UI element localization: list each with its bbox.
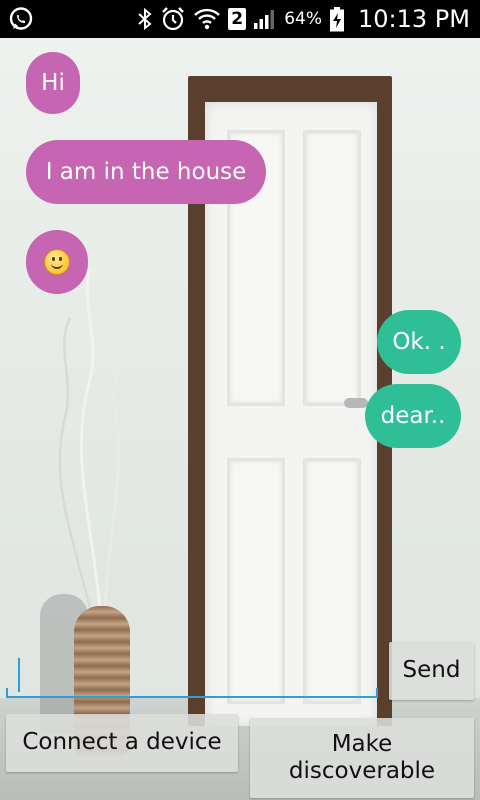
- input-underline: [6, 696, 378, 698]
- received-message-bubble: Hi: [26, 52, 80, 114]
- clock: 10:13 PM: [358, 5, 470, 33]
- make-discoverable-button[interactable]: Make discoverable: [250, 718, 474, 798]
- sim-badge: 2: [228, 8, 247, 30]
- make-discoverable-label: Make discoverable: [288, 730, 436, 784]
- message-text: dear..: [380, 402, 446, 429]
- sent-message-bubble: dear..: [365, 384, 461, 448]
- input-underline-left-tick: [6, 688, 8, 698]
- message-text: Hi: [41, 69, 65, 96]
- connect-device-label: Connect a device: [22, 729, 222, 756]
- door-panel: [303, 130, 361, 406]
- signal-icon: [253, 8, 277, 30]
- battery-percent: 64%: [284, 9, 323, 29]
- message-text: I am in the house: [45, 158, 247, 185]
- send-button-label: Send: [402, 657, 461, 684]
- received-message-bubble: [26, 230, 88, 294]
- whatsapp-icon: [8, 6, 34, 32]
- decorative-branches: [58, 267, 134, 609]
- message-text: Ok. .: [392, 328, 446, 355]
- sent-message-bubble: Ok. .: [377, 310, 461, 374]
- input-underline-right-tick: [376, 688, 378, 698]
- battery-charging-icon: [329, 6, 345, 32]
- text-cursor: [18, 658, 20, 692]
- send-button[interactable]: Send: [389, 642, 474, 700]
- received-message-bubble: I am in the house: [26, 140, 266, 204]
- connect-device-button[interactable]: Connect a device: [6, 714, 238, 772]
- bluetooth-icon: [137, 7, 153, 31]
- alarm-icon: [160, 6, 186, 32]
- status-bar: 2 64% 10:13 PM: [0, 0, 480, 38]
- smiley-emoji-icon: [44, 249, 70, 275]
- wifi-icon: [193, 7, 221, 31]
- message-input[interactable]: [22, 656, 376, 694]
- door-knob: [344, 398, 368, 408]
